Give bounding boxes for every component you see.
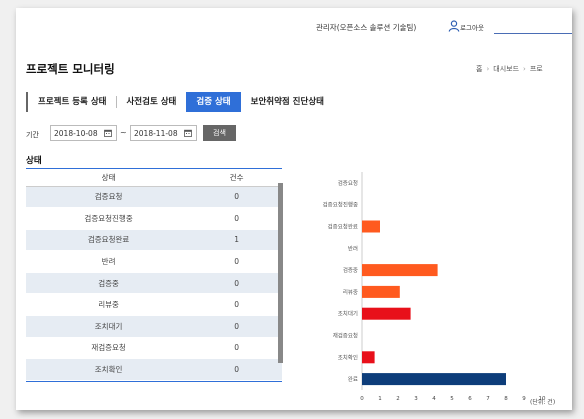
app-window: 관리자(오픈소스 솔루션 기술팀) 로그아웃 프로젝트 모니터링 홈 › 대시보드 ›… [16, 8, 572, 410]
chart-bar [362, 264, 438, 277]
section-divider [26, 168, 282, 169]
start-date-input[interactable]: 2018-10-08 [50, 125, 117, 141]
count-cell: 0 [191, 207, 282, 230]
status-cell: 검증중 [26, 272, 192, 295]
table-bottom-border [26, 381, 282, 382]
tab-pre-review[interactable]: 사전검토 상태 [116, 92, 186, 112]
table-row: 검증요청 0 [26, 186, 282, 209]
status-cell: 조치대기 [26, 315, 192, 338]
chart-category-label: 검증요청완료 [328, 223, 358, 231]
chart-category-label: 완료 [348, 375, 358, 383]
table-row: 검증요청완료 1 [26, 229, 282, 252]
breadcrumb-dashboard[interactable]: 대시보드 [493, 65, 519, 73]
tab-verification[interactable]: 검증 상태 [186, 92, 241, 112]
status-cell: 검증요청완료 [26, 229, 192, 252]
start-date-value: 2018-10-08 [54, 129, 98, 138]
breadcrumb-separator-icon: › [486, 65, 490, 73]
chart-bar [362, 307, 411, 320]
count-cell: 0 [191, 293, 282, 317]
table-row: 반려 0 [26, 250, 282, 273]
chart-tick-label: 3 [414, 396, 418, 402]
breadcrumb-current: 프로 [529, 65, 543, 73]
count-cell: 0 [191, 186, 282, 209]
top-bar: 관리자(오픈소스 솔루션 기술팀) 로그아웃 [16, 8, 572, 42]
tab-security-diagnosis[interactable]: 보안취약점 진단상태 [241, 92, 334, 112]
search-button[interactable]: 검색 [203, 125, 236, 141]
status-cell: 재검증요청 [26, 337, 192, 360]
date-separator: ~ [120, 128, 127, 137]
calendar-icon[interactable] [104, 129, 112, 137]
status-cell: 조치확인 [26, 358, 192, 381]
count-cell: 0 [191, 272, 282, 295]
period-label: 기간 [26, 131, 39, 139]
status-cell: 검증요청진행중 [26, 207, 192, 230]
chart-tick-label: 1 [378, 396, 382, 402]
chart-bar [362, 285, 400, 298]
chart-tick-label: 9 [522, 396, 526, 402]
user-name: 관리자(오픈소스 솔루션 기술팀) [316, 23, 417, 32]
chart-category-label: 검증요청진행중 [323, 201, 358, 209]
table-row: 조치확인 0 [26, 358, 282, 381]
count-cell: 0 [191, 250, 282, 273]
status-tabs: 프로젝트 등록 상태 사전검토 상태 검증 상태 보안취약점 진단상태 [26, 92, 334, 112]
status-table: 상태 건수 검증요청 0 검증요청진행중 0 검증요청완료 1 반려 0 검증중 0 리뷰… [26, 170, 282, 381]
breadcrumb-home[interactable]: 홈 [476, 65, 482, 73]
page-title: 프로젝트 모니터링 [26, 62, 115, 76]
table-row: 검증중 0 [26, 272, 282, 295]
chart-category-label: 조치대기 [338, 310, 358, 318]
end-date-value: 2018-11-08 [134, 129, 178, 138]
end-date-input[interactable]: 2018-11-08 [130, 125, 197, 141]
chart-canvas: 검증요청검증요청진행중검증요청완료반려검증중리뷰중조치대기재검증요청조치확인완료… [323, 172, 546, 402]
header-underline [494, 33, 572, 34]
count-cell: 1 [191, 229, 282, 252]
status-cell: 검증요청 [26, 186, 192, 209]
chart-category-label: 검증요청 [338, 180, 358, 187]
status-bar-chart: 검증요청검증요청진행중검증요청완료반려검증중리뷰중조치대기재검증요청조치확인완료… [286, 164, 572, 410]
header-status: 상태 [26, 170, 192, 187]
chart-tick-label: 0 [360, 396, 364, 402]
status-cell: 반려 [26, 250, 192, 273]
chart-unit-label: (단위: 건) [530, 399, 556, 406]
chart-category-label: 재검증요청 [333, 332, 358, 340]
calendar-icon[interactable] [184, 129, 192, 137]
table-row: 조치대기 0 [26, 315, 282, 338]
count-cell: 0 [191, 358, 282, 381]
chart-category-label: 검증중 [343, 267, 358, 274]
chart-category-label: 조치확인 [338, 353, 358, 361]
table-row: 재검증요청 0 [26, 337, 282, 360]
chart-tick-label: 6 [468, 396, 472, 402]
chart-category-label: 리뷰중 [343, 288, 358, 296]
status-cell: 리뷰중 [26, 293, 192, 317]
table-scrollbar[interactable] [278, 183, 283, 363]
breadcrumb-separator-icon: › [523, 65, 526, 73]
chart-category-label: 반려 [348, 244, 358, 252]
chart-bar [362, 351, 375, 364]
chart-tick-label: 2 [396, 396, 400, 402]
chart-tick-label: 8 [504, 396, 508, 402]
table-header-row: 상태 건수 [26, 170, 282, 187]
tab-project-registration[interactable]: 프로젝트 등록 상태 [26, 92, 116, 112]
chart-tick-label: 4 [432, 396, 436, 402]
user-icon [448, 20, 460, 32]
chart-bar [362, 220, 380, 233]
count-cell: 0 [191, 337, 282, 360]
section-title: 상태 [26, 156, 42, 166]
chart-tick-label: 7 [486, 396, 490, 402]
header-count: 건수 [191, 170, 282, 187]
logout-button[interactable]: 로그아웃 [460, 22, 484, 32]
table-row: 검증요청진행중 0 [26, 207, 282, 230]
count-cell: 0 [191, 315, 282, 338]
table-row: 리뷰중 0 [26, 293, 282, 317]
breadcrumb: 홈 › 대시보드 › 프로 [476, 64, 543, 74]
chart-tick-label: 5 [450, 396, 454, 402]
chart-bar [362, 373, 506, 386]
